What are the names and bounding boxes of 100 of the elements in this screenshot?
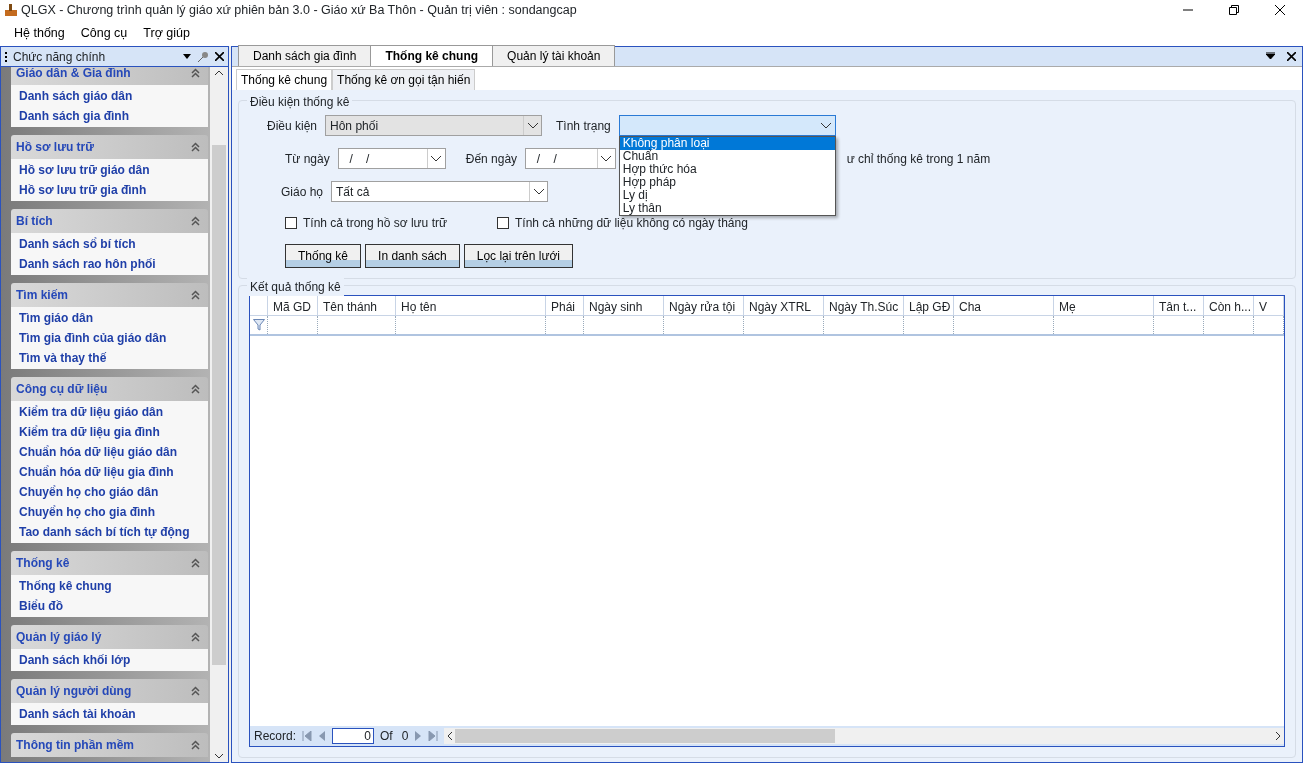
sidebar-item[interactable]: Chuyển họ cho giáo dân — [19, 482, 159, 502]
document-tab[interactable]: Danh sách gia đình — [238, 45, 372, 66]
group-header[interactable]: Quản lý người dùng — [11, 679, 208, 703]
caret-icon[interactable] — [431, 155, 442, 162]
sidebar-item[interactable]: Thống kê chung — [19, 576, 112, 596]
next-icon[interactable] — [414, 731, 423, 741]
dropdown-list[interactable]: Không phân loại Chuẩn Hợp thức hóa Hợp pháp Ly dị Ly thân — [618, 136, 836, 216]
column-header[interactable]: Mã GD — [268, 296, 318, 315]
sidebar-item[interactable]: Kiểm tra dữ liệu giáo dân — [19, 402, 164, 422]
collapse-icon[interactable] — [191, 384, 200, 394]
sidebar-item[interactable]: Danh sách gia đình — [19, 106, 129, 126]
filter-icon[interactable] — [252, 319, 265, 331]
pin-icon[interactable] — [197, 50, 209, 63]
caret-icon[interactable] — [820, 122, 831, 129]
dropdown-field[interactable]: Hôn phối — [325, 115, 543, 136]
app-icon — [4, 3, 18, 17]
tab[interactable]: Thống kê ơn gọi tận hiến — [332, 69, 476, 90]
column-header[interactable]: Ngày sinh — [584, 296, 664, 315]
page-field[interactable]: 0 — [332, 728, 375, 744]
collapse-icon[interactable] — [191, 216, 200, 226]
caret-icon[interactable] — [601, 155, 612, 162]
column-header[interactable]: Ngày XTRL — [744, 296, 824, 315]
sidebar-item[interactable]: Tìm và thay thế — [19, 348, 107, 368]
collapse-icon[interactable] — [191, 558, 200, 568]
date-field[interactable]: / / — [525, 148, 616, 169]
menu-item[interactable]: Trợ giúp — [135, 21, 198, 45]
group-header[interactable]: Giáo dân & Gia đình — [11, 67, 208, 85]
column-header[interactable]: Ngày rửa tội — [664, 296, 744, 315]
scroll-up-icon[interactable] — [215, 70, 223, 75]
dropdown-option[interactable]: Chuẩn — [619, 150, 835, 163]
dropdown-icon[interactable] — [1266, 52, 1275, 59]
restore-icon — [1229, 5, 1239, 15]
sidebar-item[interactable]: Tao danh sách bí tích tự động — [19, 522, 190, 542]
dropdown-option[interactable]: Ly thân — [619, 202, 835, 215]
column-header[interactable]: Ngày Th.Súc — [824, 296, 904, 315]
sidebar-item[interactable]: Danh sách sổ bí tích — [19, 234, 136, 254]
close-icon[interactable] — [1287, 52, 1296, 61]
last-icon[interactable] — [428, 731, 439, 741]
sidebar-item[interactable]: Danh sách giáo dân — [19, 86, 133, 106]
sidebar-item[interactable]: Danh sách rao hôn phối — [19, 254, 156, 274]
column-header[interactable]: Tên thánh — [318, 296, 396, 315]
dropdown-option[interactable]: Không phân loại — [619, 137, 835, 150]
action-button[interactable]: Lọc lại trên lưới — [463, 244, 574, 268]
first-icon[interactable] — [302, 731, 313, 741]
previous-icon[interactable] — [318, 731, 327, 741]
action-button[interactable]: In danh sách — [365, 244, 460, 268]
group-header[interactable]: Công cụ dữ liệu — [11, 377, 208, 401]
column-header[interactable]: Còn h... — [1204, 296, 1254, 315]
group-header[interactable]: Tìm kiếm — [11, 283, 208, 307]
tab[interactable]: Thống kê chung — [236, 69, 333, 90]
sidebar-item[interactable]: Chuẩn hóa dữ liệu giáo dân — [19, 442, 178, 462]
dropdown-field[interactable]: Tất cả — [331, 181, 549, 202]
sidebar-item[interactable]: Kiểm tra dữ liệu gia đình — [19, 422, 160, 442]
document-tab[interactable]: Thống kê chung — [370, 45, 494, 66]
sidebar-item[interactable]: Tìm giáo dân — [19, 308, 93, 328]
caret-icon[interactable] — [533, 188, 544, 195]
date-field[interactable]: / / — [337, 148, 446, 169]
checkbox[interactable]: Tính cả những dữ liệu không có ngày tháng — [497, 214, 748, 232]
scroll-left-icon[interactable] — [447, 732, 453, 740]
sidebar-item[interactable]: Hồ sơ lưu trữ gia đình — [19, 180, 147, 200]
column-header[interactable]: Họ tên — [396, 296, 546, 315]
menu-item[interactable]: Hệ thống — [6, 21, 73, 45]
collapse-icon[interactable] — [191, 142, 200, 152]
sidebar-item[interactable]: Tìm gia đình của giáo dân — [19, 328, 167, 348]
dropdown-option[interactable]: Hợp thức hóa — [619, 163, 835, 176]
sidebar-item[interactable]: Chuẩn hóa dữ liệu gia đình — [19, 462, 174, 482]
caret-icon[interactable] — [527, 122, 538, 129]
scrollbar[interactable] — [444, 728, 1284, 744]
sidebar-item[interactable]: Hồ sơ lưu trữ giáo dân — [19, 160, 150, 180]
scroll-down-icon[interactable] — [215, 754, 223, 759]
sidebar-item[interactable]: Biểu đồ — [19, 596, 63, 616]
group-header[interactable]: Hồ sơ lưu trữ — [11, 135, 208, 159]
collapse-icon[interactable] — [191, 68, 200, 78]
close-icon — [1275, 5, 1285, 15]
group-header[interactable]: Thống kê — [11, 551, 208, 575]
group-header[interactable]: Bí tích — [11, 209, 208, 233]
collapse-icon[interactable] — [191, 290, 200, 300]
close-icon[interactable] — [215, 52, 224, 61]
group-header[interactable]: Thông tin phần mềm — [11, 733, 208, 757]
collapse-icon[interactable] — [191, 686, 200, 696]
column-header[interactable]: Mẹ — [1054, 296, 1154, 315]
document-tab[interactable]: Quản lý tài khoản — [492, 45, 616, 66]
column-header[interactable]: Cha — [954, 296, 1054, 315]
action-button[interactable]: Thống kê — [285, 244, 362, 268]
dropdown-icon[interactable] — [183, 54, 191, 59]
collapse-icon[interactable] — [191, 740, 200, 750]
checkbox[interactable]: Tính cả trong hồ sơ lưu trữ — [285, 214, 447, 232]
dropdown-option[interactable]: Ly dị — [619, 189, 835, 202]
scroll-right-icon[interactable] — [1276, 732, 1281, 740]
scrollbar[interactable] — [210, 67, 228, 762]
column-header[interactable]: Tân t... — [1154, 296, 1204, 315]
column-header[interactable]: Phái — [546, 296, 584, 315]
collapse-icon[interactable] — [191, 632, 200, 642]
dropdown-field[interactable] — [618, 115, 836, 136]
group-header[interactable]: Quản lý giáo lý — [11, 625, 208, 649]
column-header[interactable]: V — [1254, 296, 1284, 315]
dropdown-option[interactable]: Hợp pháp — [619, 176, 835, 189]
sidebar-item[interactable]: Chuyển họ cho gia đình — [19, 502, 155, 522]
menu-item[interactable]: Công cụ — [72, 21, 136, 45]
column-header[interactable]: Lập GĐ — [904, 296, 954, 315]
